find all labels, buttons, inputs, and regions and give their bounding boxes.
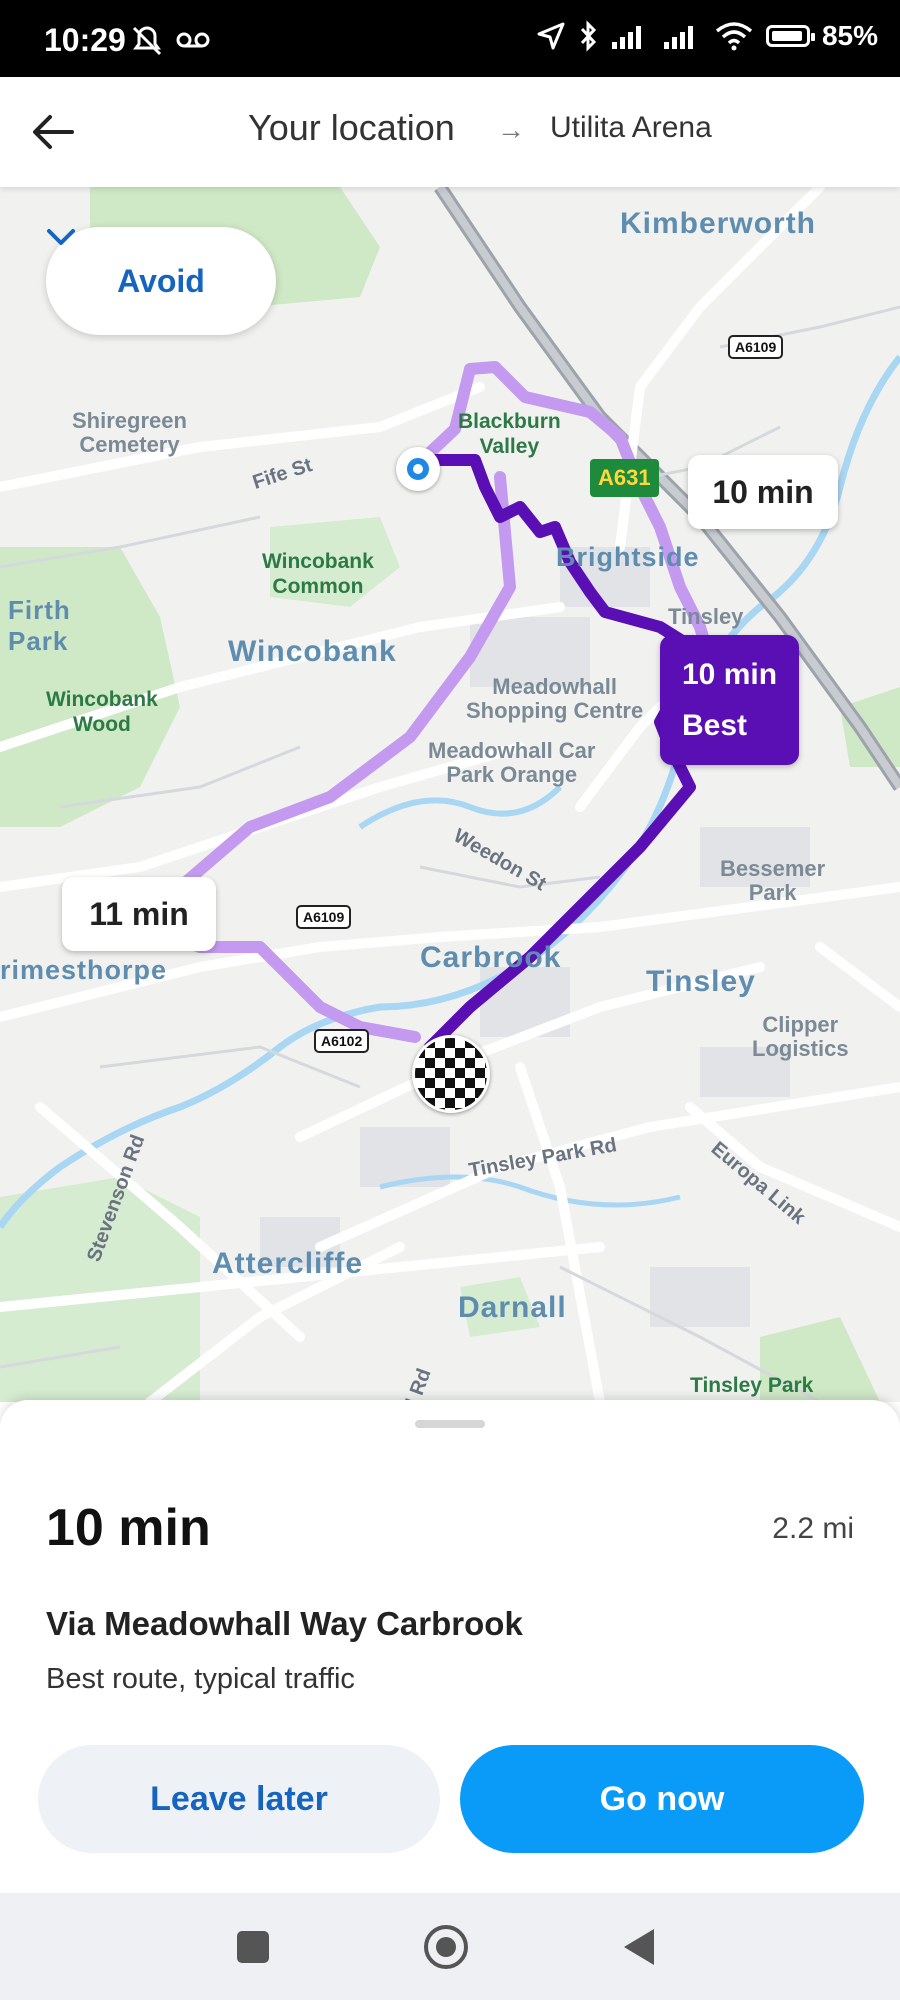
map-label-wincobank-wood: Wincobank Wood <box>46 688 158 737</box>
map-label-attercliffe: Attercliffe <box>212 1247 364 1280</box>
route-description: Best route, typical traffic <box>46 1663 355 1695</box>
map-label-brightside: Brightside <box>556 542 700 572</box>
avoid-button[interactable]: Avoid <box>46 227 276 335</box>
map-label-bessemer-park: Bessemer Park <box>720 856 826 906</box>
road-shield-a631: A631 <box>590 459 659 497</box>
destination-label[interactable]: Utilita Arena <box>550 111 712 145</box>
route-best-bubble[interactable]: 10 min Best <box>660 635 800 765</box>
status-time: 10:29 <box>44 22 126 58</box>
map-label-carbrook: Carbrook <box>420 941 562 974</box>
route-distance: 2.2 mi <box>772 1512 854 1545</box>
chevron-down-icon <box>47 229 75 245</box>
map-label-tinsley: Tinsley <box>646 965 756 998</box>
origin-label[interactable]: Your location <box>248 107 455 149</box>
map-label-meadowhall-car-park: Meadowhall Car Park Orange <box>428 738 596 788</box>
route-header: Your location → Utilita Arena <box>0 77 900 187</box>
route-alt-east-bubble[interactable]: 10 min <box>688 455 838 529</box>
map-label-wincobank: Wincobank <box>228 635 397 668</box>
current-location-icon[interactable] <box>396 447 440 491</box>
route-best-tag: Best <box>682 709 748 742</box>
muted-alarm-icon <box>132 26 162 56</box>
map-label-kimberworth: Kimberworth <box>620 207 817 240</box>
route-best-time: 10 min <box>682 658 778 691</box>
road-shield-a6102: A6102 <box>314 1029 370 1053</box>
back-arrow-icon <box>33 115 74 149</box>
route-via: Via Meadowhall Way Carbrook <box>46 1605 523 1642</box>
map-view[interactable]: Kimberworth Shiregreen Cemetery Blackbur… <box>0 187 900 1402</box>
road-shield-a6109: A6109 <box>728 335 784 359</box>
map-label-blackburn-valley: Blackburn Valley <box>458 410 561 459</box>
bluetooth-icon <box>580 20 597 52</box>
battery-percent: 85% <box>821 20 878 51</box>
route-alt-west-bubble[interactable]: 11 min <box>62 877 216 951</box>
map-label-tinsley-park: Tinsley Park <box>690 1374 814 1397</box>
leave-later-button[interactable]: Leave later <box>38 1745 440 1853</box>
route-arrow-icon: → <box>497 114 525 145</box>
status-bar: 10:29 85% <box>0 0 900 77</box>
route-alt-west-time: 11 min <box>89 895 189 932</box>
signal-icon-2 <box>663 26 693 49</box>
home-icon[interactable] <box>424 1925 468 1969</box>
signal-icon <box>611 26 641 49</box>
map-label-darnall: Darnall <box>458 1291 567 1324</box>
go-now-button[interactable]: Go now <box>460 1745 864 1853</box>
system-nav-bar <box>0 1893 900 2000</box>
map-label-firth-park: Firth Park <box>8 595 71 657</box>
route-eta: 10 min <box>46 1499 211 1557</box>
map-label-meadowhall: Meadowhall Shopping Centre <box>466 674 644 724</box>
voicemail-icon <box>176 32 210 48</box>
avoid-label: Avoid <box>117 262 205 299</box>
back-triangle-icon[interactable] <box>624 1929 654 1965</box>
sheet-drag-handle[interactable] <box>415 1420 485 1428</box>
route-alt-east-time: 10 min <box>712 473 814 510</box>
back-button[interactable] <box>28 107 78 157</box>
map-label-shiregreen: Shiregreen Cemetery <box>72 408 187 458</box>
road-shield-a6109-mid: A6109 <box>296 905 352 929</box>
location-arrow-icon <box>537 22 565 50</box>
checkered-flag-icon[interactable] <box>412 1035 490 1113</box>
map-label-clipper-logistics: Clipper Logistics <box>752 1012 849 1062</box>
map-label-wincobank-common: Wincobank Common <box>262 550 374 599</box>
route-summary-sheet: 10 min 2.2 mi Via Meadowhall Way Carbroo… <box>0 1400 900 1893</box>
wifi-icon <box>715 22 753 51</box>
map-canvas <box>0 187 900 1402</box>
battery-icon <box>765 25 815 47</box>
map-label-tinsley-small: Tinsley <box>668 604 744 629</box>
map-label-brimesthorpe: rimesthorpe <box>0 955 168 985</box>
recents-icon[interactable] <box>237 1931 269 1963</box>
